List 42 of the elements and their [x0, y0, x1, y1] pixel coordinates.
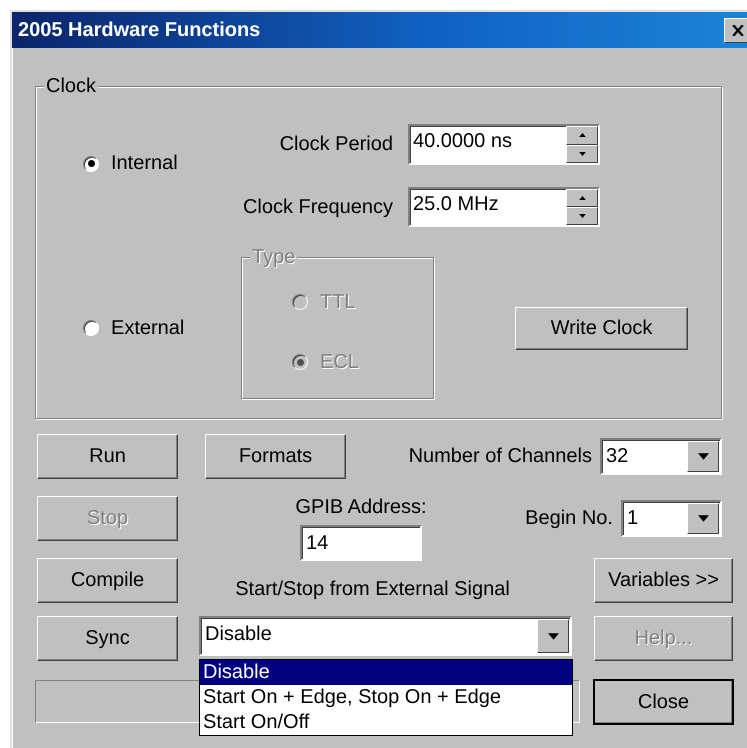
field-label: Clock Frequency [242, 196, 393, 218]
spin-down-button[interactable] [566, 207, 598, 225]
window-title: 2005 Hardware Functions [18, 18, 260, 42]
spin-up-button[interactable] [566, 189, 598, 207]
down-arrow-icon [698, 453, 708, 460]
field-label: Start/Stop from External Signal [235, 578, 510, 601]
down-arrow-icon [578, 152, 586, 156]
spin-field[interactable]: 25.0 MHz [408, 187, 600, 227]
close-icon [732, 24, 744, 36]
dropdown-option[interactable]: Disable [200, 660, 572, 685]
radio-button[interactable] [83, 320, 99, 336]
radio-label: TTL [320, 290, 356, 314]
button[interactable]: Variables >> [594, 558, 733, 603]
button[interactable]: Run [37, 434, 178, 479]
button[interactable]: Compile [37, 558, 178, 603]
dropdown[interactable]: 1 [621, 500, 722, 537]
spin-down-button[interactable] [566, 144, 598, 163]
radio-label: Internal [111, 152, 178, 175]
up-arrow-icon [578, 196, 586, 200]
input-field[interactable]: 14 [300, 525, 422, 561]
dropdown-option[interactable]: Start On + Edge, Stop On + Edge [200, 685, 572, 710]
field-label: Clock Period [280, 133, 393, 156]
field-label: GPIB Address: [295, 496, 427, 519]
radio-label: External [111, 316, 184, 340]
down-arrow-icon [548, 632, 558, 640]
dropdown-option[interactable]: Start On/Off [200, 710, 572, 735]
field-label: Number of Channels [408, 445, 592, 468]
field-label: Begin No. [525, 507, 613, 530]
up-arrow-icon [578, 133, 586, 138]
spin-field[interactable]: 40.0000 ns [408, 124, 600, 165]
formats-button[interactable]: Formats [205, 434, 346, 479]
close-button[interactable] [724, 18, 747, 42]
radio-label: ECL [320, 350, 359, 374]
write-clock-button[interactable]: Write Clock [515, 306, 688, 350]
spin-up-button[interactable] [566, 126, 598, 144]
button[interactable]: Sync [37, 616, 178, 661]
dropdown[interactable]: Disable [199, 616, 572, 656]
close-button[interactable]: Close [594, 680, 733, 724]
down-arrow-icon [578, 214, 586, 218]
dropdown[interactable]: 32 [600, 438, 722, 475]
radio-button[interactable] [83, 156, 99, 172]
down-arrow-icon [698, 515, 708, 522]
